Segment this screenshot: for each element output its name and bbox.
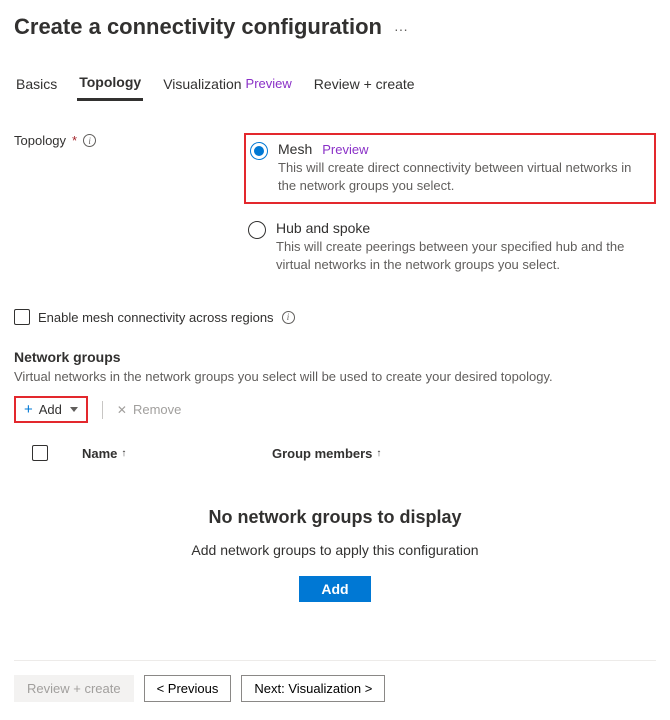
tab-topology[interactable]: Topology	[77, 70, 143, 101]
topology-row: Topology * i Mesh Preview This will crea…	[14, 133, 656, 291]
checkbox-mesh-regions[interactable]	[14, 309, 30, 325]
tab-visualization[interactable]: Visualization Preview	[161, 70, 294, 101]
empty-add-button[interactable]: Add	[299, 576, 370, 602]
option-mesh[interactable]: Mesh Preview This will create direct con…	[244, 133, 656, 204]
next-button[interactable]: Next: Visualization >	[241, 675, 385, 702]
close-icon: ✕	[117, 403, 127, 417]
mesh-regions-label: Enable mesh connectivity across regions	[38, 310, 274, 325]
column-members[interactable]: Group members ↑	[272, 446, 381, 461]
add-button[interactable]: + Add	[14, 396, 88, 423]
table-header: Name ↑ Group members ↑	[14, 445, 656, 471]
select-all-checkbox[interactable]	[32, 445, 48, 461]
column-name[interactable]: Name ↑	[82, 446, 256, 461]
sort-asc-icon: ↑	[121, 448, 126, 459]
sort-asc-icon: ↑	[376, 448, 381, 459]
tab-basics[interactable]: Basics	[14, 70, 59, 101]
plus-icon: +	[24, 402, 33, 417]
option-mesh-desc: This will create direct connectivity bet…	[278, 159, 646, 194]
page-title: Create a connectivity configuration	[14, 14, 382, 40]
groups-toolbar: + Add ✕ Remove	[14, 396, 656, 423]
page-header: Create a connectivity configuration ···	[14, 14, 656, 48]
radio-mesh[interactable]	[250, 142, 268, 160]
add-button-label: Add	[39, 402, 62, 417]
required-indicator: *	[72, 133, 77, 148]
empty-title: No network groups to display	[14, 507, 656, 528]
topology-options: Mesh Preview This will create direct con…	[244, 133, 656, 291]
remove-button: ✕ Remove	[117, 402, 181, 417]
empty-desc: Add network groups to apply this configu…	[14, 542, 656, 558]
option-hub-spoke[interactable]: Hub and spoke This will create peerings …	[244, 214, 656, 281]
radio-hub-spoke[interactable]	[248, 221, 266, 239]
info-icon[interactable]: i	[83, 134, 96, 147]
previous-button[interactable]: < Previous	[144, 675, 232, 702]
toolbar-separator	[102, 401, 103, 419]
chevron-down-icon	[70, 407, 78, 412]
preview-badge: Preview	[322, 142, 368, 157]
network-groups-desc: Virtual networks in the network groups y…	[14, 369, 656, 384]
review-create-button: Review + create	[14, 675, 134, 702]
topology-label: Topology * i	[14, 133, 244, 148]
tab-visualization-label: Visualization	[163, 76, 241, 92]
info-icon[interactable]: i	[282, 311, 295, 324]
remove-button-label: Remove	[133, 402, 181, 417]
empty-state: No network groups to display Add network…	[14, 507, 656, 602]
option-hubspoke-desc: This will create peerings between your s…	[276, 238, 648, 273]
footer: Review + create < Previous Next: Visuali…	[14, 660, 656, 702]
more-icon[interactable]: ···	[394, 21, 408, 41]
network-groups-title: Network groups	[14, 349, 656, 365]
option-mesh-label: Mesh	[278, 141, 312, 157]
topology-label-text: Topology	[14, 133, 66, 148]
mesh-regions-row[interactable]: Enable mesh connectivity across regions …	[14, 309, 656, 325]
column-members-label: Group members	[272, 446, 372, 461]
preview-badge: Preview	[246, 76, 292, 91]
column-name-label: Name	[82, 446, 117, 461]
tab-review[interactable]: Review + create	[312, 70, 417, 101]
tabs: Basics Topology Visualization Preview Re…	[14, 70, 656, 101]
option-hubspoke-label: Hub and spoke	[276, 220, 370, 236]
